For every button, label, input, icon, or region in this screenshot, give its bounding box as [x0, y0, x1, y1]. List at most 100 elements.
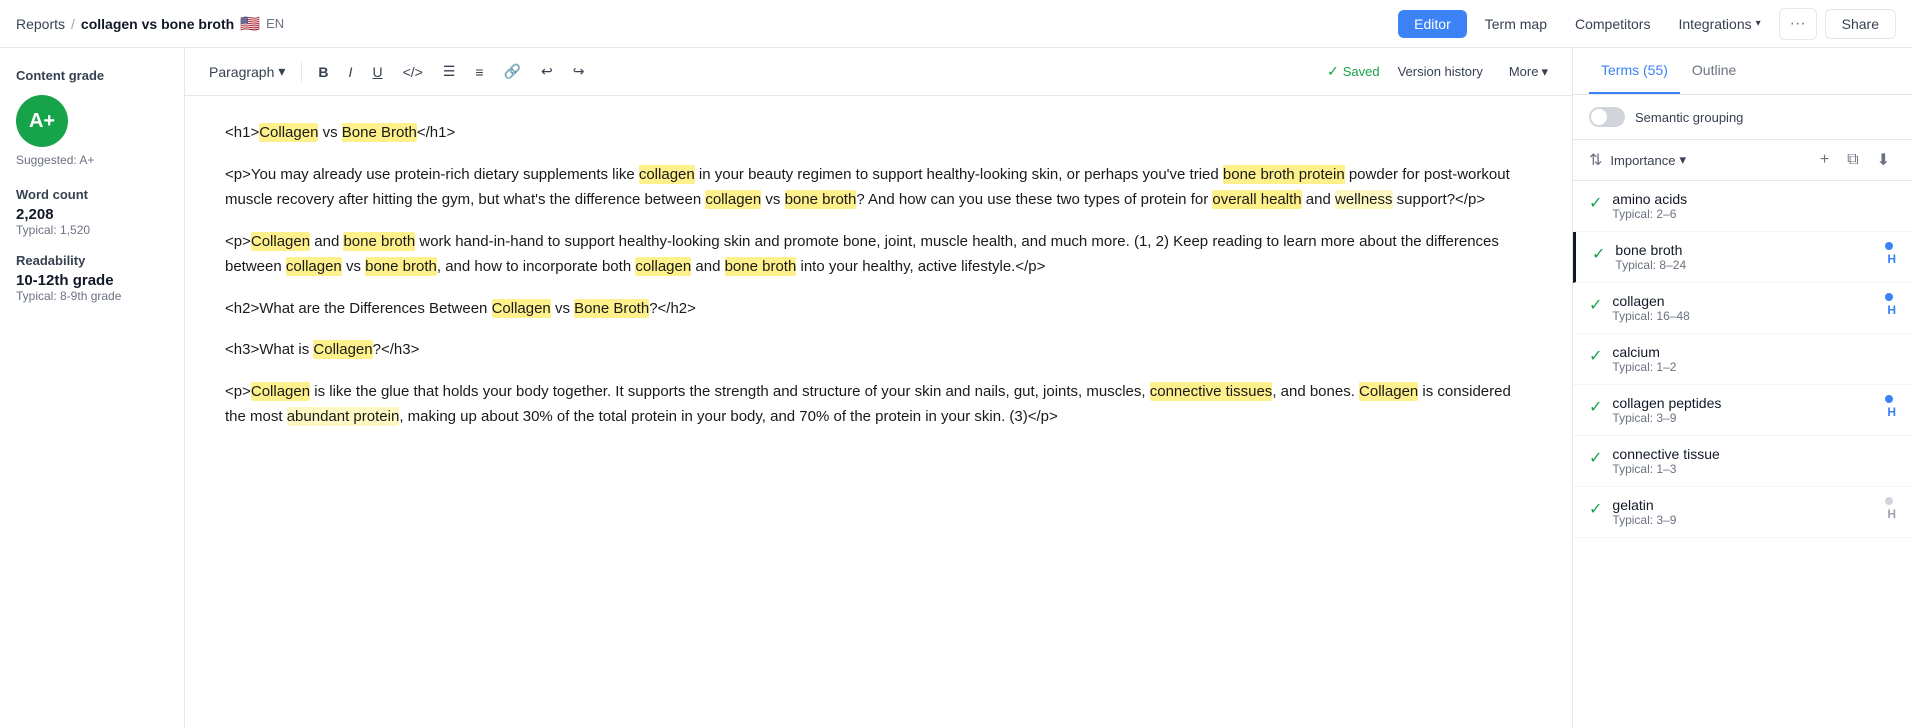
- term-h-badge: H: [1887, 405, 1896, 419]
- version-history-button[interactable]: Version history: [1388, 59, 1493, 84]
- semantic-grouping-row: Semantic grouping: [1573, 95, 1912, 140]
- editor-line-p3: <p>Collagen is like the glue that holds …: [225, 379, 1532, 430]
- link-button[interactable]: 🔗: [496, 58, 529, 85]
- ordered-list-button[interactable]: ≡: [467, 59, 491, 85]
- grade-value: A+: [29, 110, 55, 133]
- term-h-badge: H: [1887, 303, 1896, 317]
- term-check-icon: ✓: [1589, 397, 1602, 417]
- readability-label: Readability: [16, 253, 168, 268]
- more-dropdown-arrow: ▾: [1541, 64, 1548, 80]
- term-name: collagen peptides: [1612, 395, 1875, 411]
- breadcrumb-title: collagen vs bone broth: [81, 16, 234, 32]
- content-grade-label: Content grade: [16, 68, 168, 83]
- tab-outline[interactable]: Outline: [1680, 48, 1748, 94]
- suggested-grade: Suggested: A+: [16, 153, 168, 167]
- highlight-collagen-h2: Collagen: [492, 299, 551, 318]
- highlight-overall-health: overall health: [1212, 190, 1301, 209]
- word-count-section: Word count 2,208 Typical: 1,520: [16, 187, 168, 237]
- paragraph-dropdown[interactable]: Paragraph ▾: [201, 58, 293, 85]
- term-item[interactable]: ✓ collagen Typical: 16–48 H: [1573, 283, 1912, 334]
- share-button[interactable]: Share: [1825, 9, 1896, 39]
- highlight-abundant-protein: abundant protein: [287, 407, 400, 426]
- highlight-bone-broth-2: bone broth: [785, 190, 857, 209]
- breadcrumb-lang: EN: [266, 16, 284, 31]
- top-nav: Reports / collagen vs bone broth 🇺🇸 EN E…: [0, 0, 1912, 48]
- copy-terms-button[interactable]: ⧉: [1841, 148, 1864, 172]
- toggle-knob: [1591, 109, 1607, 125]
- highlight-bone-broth-1: Bone Broth: [342, 123, 417, 142]
- underline-button[interactable]: U: [364, 59, 390, 85]
- readability-typical: Typical: 8-9th grade: [16, 289, 168, 303]
- highlight-collagen-8: Collagen: [1359, 382, 1418, 401]
- editor-line-h1: <h1>Collagen vs Bone Broth</h1>: [225, 120, 1532, 146]
- term-info: calcium Typical: 1–2: [1612, 344, 1886, 374]
- integrations-button[interactable]: Integrations ▾: [1668, 10, 1770, 38]
- term-item[interactable]: ✓ collagen peptides Typical: 3–9 H: [1573, 385, 1912, 436]
- term-check-icon: ✓: [1589, 193, 1602, 213]
- term-name: calcium: [1612, 344, 1886, 360]
- add-term-button[interactable]: +: [1814, 148, 1835, 172]
- term-info: collagen Typical: 16–48: [1612, 293, 1875, 323]
- breadcrumb-flag: 🇺🇸: [240, 14, 260, 34]
- code-button[interactable]: </>: [395, 59, 431, 85]
- term-item[interactable]: ✓ bone broth Typical: 8–24 H: [1573, 232, 1912, 283]
- grade-circle: A+: [16, 95, 68, 147]
- highlight-bone-broth-h2: Bone Broth: [574, 299, 649, 318]
- download-terms-button[interactable]: ⬇: [1871, 148, 1896, 172]
- term-h-badge: H: [1887, 252, 1896, 266]
- term-name: collagen: [1612, 293, 1875, 309]
- semantic-label: Semantic grouping: [1635, 110, 1743, 125]
- terms-actions: + ⧉ ⬇: [1814, 148, 1896, 172]
- tab-terms[interactable]: Terms (55): [1589, 48, 1680, 94]
- term-item[interactable]: ✓ calcium Typical: 1–2: [1573, 334, 1912, 385]
- term-badge-area: H: [1885, 497, 1896, 521]
- editor-content[interactable]: <h1>Collagen vs Bone Broth</h1> <p>You m…: [185, 96, 1572, 728]
- term-badge-area: H: [1885, 293, 1896, 317]
- editor-line-p1: <p>You may already use protein-rich diet…: [225, 162, 1532, 213]
- undo-button[interactable]: ↩: [533, 58, 561, 85]
- italic-button[interactable]: I: [341, 59, 361, 85]
- term-item[interactable]: ✓ connective tissue Typical: 1–3: [1573, 436, 1912, 487]
- term-check-icon: ✓: [1589, 295, 1602, 315]
- more-dots-button[interactable]: ···: [1779, 8, 1817, 40]
- competitors-button[interactable]: Competitors: [1565, 10, 1660, 38]
- term-typical: Typical: 2–6: [1612, 207, 1886, 221]
- highlight-collagen-3: collagen: [705, 190, 761, 209]
- highlight-collagen-7: Collagen: [251, 382, 310, 401]
- toolbar-divider-1: [301, 62, 302, 82]
- dot-blue-icon: [1885, 242, 1893, 250]
- dot-gray-icon: [1885, 497, 1893, 505]
- term-info: collagen peptides Typical: 3–9: [1612, 395, 1875, 425]
- term-info: bone broth Typical: 8–24: [1615, 242, 1875, 272]
- term-typical: Typical: 1–2: [1612, 360, 1886, 374]
- term-typical: Typical: 3–9: [1612, 513, 1875, 527]
- dot-blue-icon: [1885, 395, 1893, 403]
- saved-indicator: ✓ Saved: [1327, 63, 1380, 80]
- readability-section: Readability 10-12th grade Typical: 8-9th…: [16, 253, 168, 303]
- semantic-toggle[interactable]: [1589, 107, 1625, 127]
- redo-button[interactable]: ↪: [565, 58, 593, 85]
- highlight-collagen-4: Collagen: [251, 232, 310, 251]
- term-info: gelatin Typical: 3–9: [1612, 497, 1875, 527]
- term-item[interactable]: ✓ amino acids Typical: 2–6: [1573, 181, 1912, 232]
- editor-toolbar: Paragraph ▾ B I U </> ☰ ≡ 🔗 ↩ ↪ ✓ Saved …: [185, 48, 1572, 96]
- bold-button[interactable]: B: [310, 59, 336, 85]
- term-info: connective tissue Typical: 1–3: [1612, 446, 1886, 476]
- term-check-icon: ✓: [1589, 448, 1602, 468]
- nav-actions: Editor Term map Competitors Integrations…: [1398, 8, 1896, 40]
- highlight-connective-tissues: connective tissues: [1150, 382, 1273, 401]
- breadcrumb-reports-link[interactable]: Reports: [16, 16, 65, 32]
- term-name: amino acids: [1612, 191, 1886, 207]
- term-map-button[interactable]: Term map: [1475, 10, 1557, 38]
- highlight-collagen-1: Collagen: [259, 123, 318, 142]
- sort-importance-button[interactable]: Importance ▾: [1610, 152, 1686, 168]
- term-typical: Typical: 1–3: [1612, 462, 1886, 476]
- highlight-collagen-2: collagen: [639, 165, 695, 184]
- more-button[interactable]: More ▾: [1501, 59, 1556, 85]
- editor-area: Paragraph ▾ B I U </> ☰ ≡ 🔗 ↩ ↪ ✓ Saved …: [185, 48, 1572, 728]
- breadcrumb-separator: /: [71, 16, 75, 32]
- term-item[interactable]: ✓ gelatin Typical: 3–9 H: [1573, 487, 1912, 538]
- editor-button[interactable]: Editor: [1398, 10, 1467, 38]
- word-count-typical: Typical: 1,520: [16, 223, 168, 237]
- bullet-list-button[interactable]: ☰: [435, 58, 464, 85]
